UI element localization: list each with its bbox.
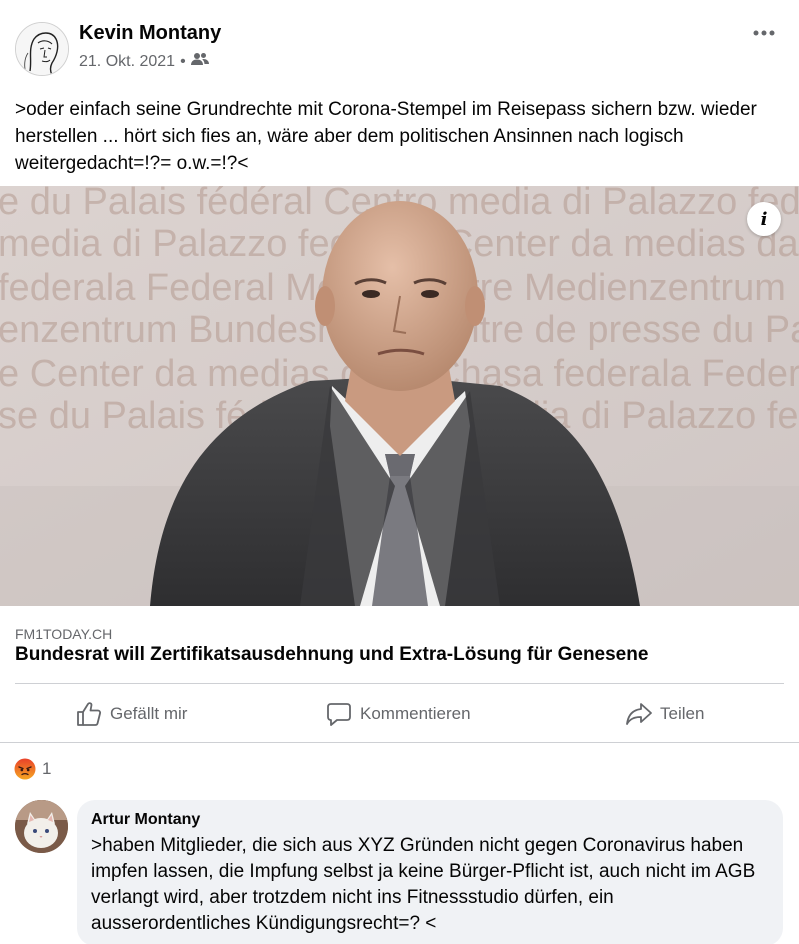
more-options-button[interactable] bbox=[746, 18, 782, 48]
post-text: >oder einfach seine Grundrechte mit Coro… bbox=[15, 99, 757, 174]
reactions-summary[interactable]: 1 bbox=[14, 758, 51, 780]
share-icon bbox=[626, 703, 652, 725]
press-conference-photo: e du Palais fédéral Centro media di Pala… bbox=[0, 186, 799, 606]
comment-button[interactable]: Kommentieren bbox=[326, 686, 471, 742]
divider-bottom bbox=[0, 742, 799, 743]
reaction-count: 1 bbox=[42, 759, 52, 778]
friends-icon[interactable] bbox=[190, 52, 209, 71]
commenter-avatar[interactable] bbox=[15, 800, 68, 853]
angry-reaction-icon bbox=[14, 758, 36, 780]
link-title: Bundesrat will Zertifikatsausdehnung und… bbox=[15, 644, 649, 665]
thumbs-up-icon bbox=[77, 702, 102, 726]
comment-label: Kommentieren bbox=[360, 704, 471, 723]
action-bar: Gefällt mir Kommentieren Teilen bbox=[0, 686, 799, 742]
author-avatar[interactable] bbox=[15, 22, 69, 76]
post-header: Kevin Montany 21. Okt. 2021 • bbox=[0, 0, 799, 90]
like-button[interactable]: Gefällt mir bbox=[76, 686, 187, 742]
divider-top bbox=[15, 683, 784, 684]
info-button[interactable]: i bbox=[747, 202, 781, 236]
link-preview-caption[interactable]: FM1TODAY.CH Bundesrat will Zertifikatsau… bbox=[0, 606, 799, 684]
comment-bubble: Artur Montany >haben Mitglieder, die sic… bbox=[77, 800, 783, 944]
post-author-name[interactable]: Kevin Montany bbox=[79, 22, 221, 45]
more-options-icon bbox=[753, 30, 775, 36]
post-meta: 21. Okt. 2021 • bbox=[79, 52, 209, 71]
share-button[interactable]: Teilen bbox=[626, 686, 704, 742]
comment-icon bbox=[327, 703, 351, 726]
link-preview-image[interactable]: e du Palais fédéral Centro media di Pala… bbox=[0, 186, 799, 606]
share-label: Teilen bbox=[660, 704, 705, 723]
meta-separator: • bbox=[180, 52, 186, 70]
comment-author[interactable]: Artur Montany bbox=[91, 811, 769, 829]
comment-text: >haben Mitglieder, die sich aus XYZ Grün… bbox=[91, 835, 756, 934]
info-icon: i bbox=[760, 208, 768, 230]
link-domain: FM1TODAY.CH bbox=[15, 626, 113, 642]
like-label: Gefällt mir bbox=[110, 704, 188, 723]
sketch-portrait-icon bbox=[16, 23, 68, 75]
cat-photo-icon bbox=[15, 800, 68, 853]
post-date[interactable]: 21. Okt. 2021 bbox=[79, 53, 175, 71]
